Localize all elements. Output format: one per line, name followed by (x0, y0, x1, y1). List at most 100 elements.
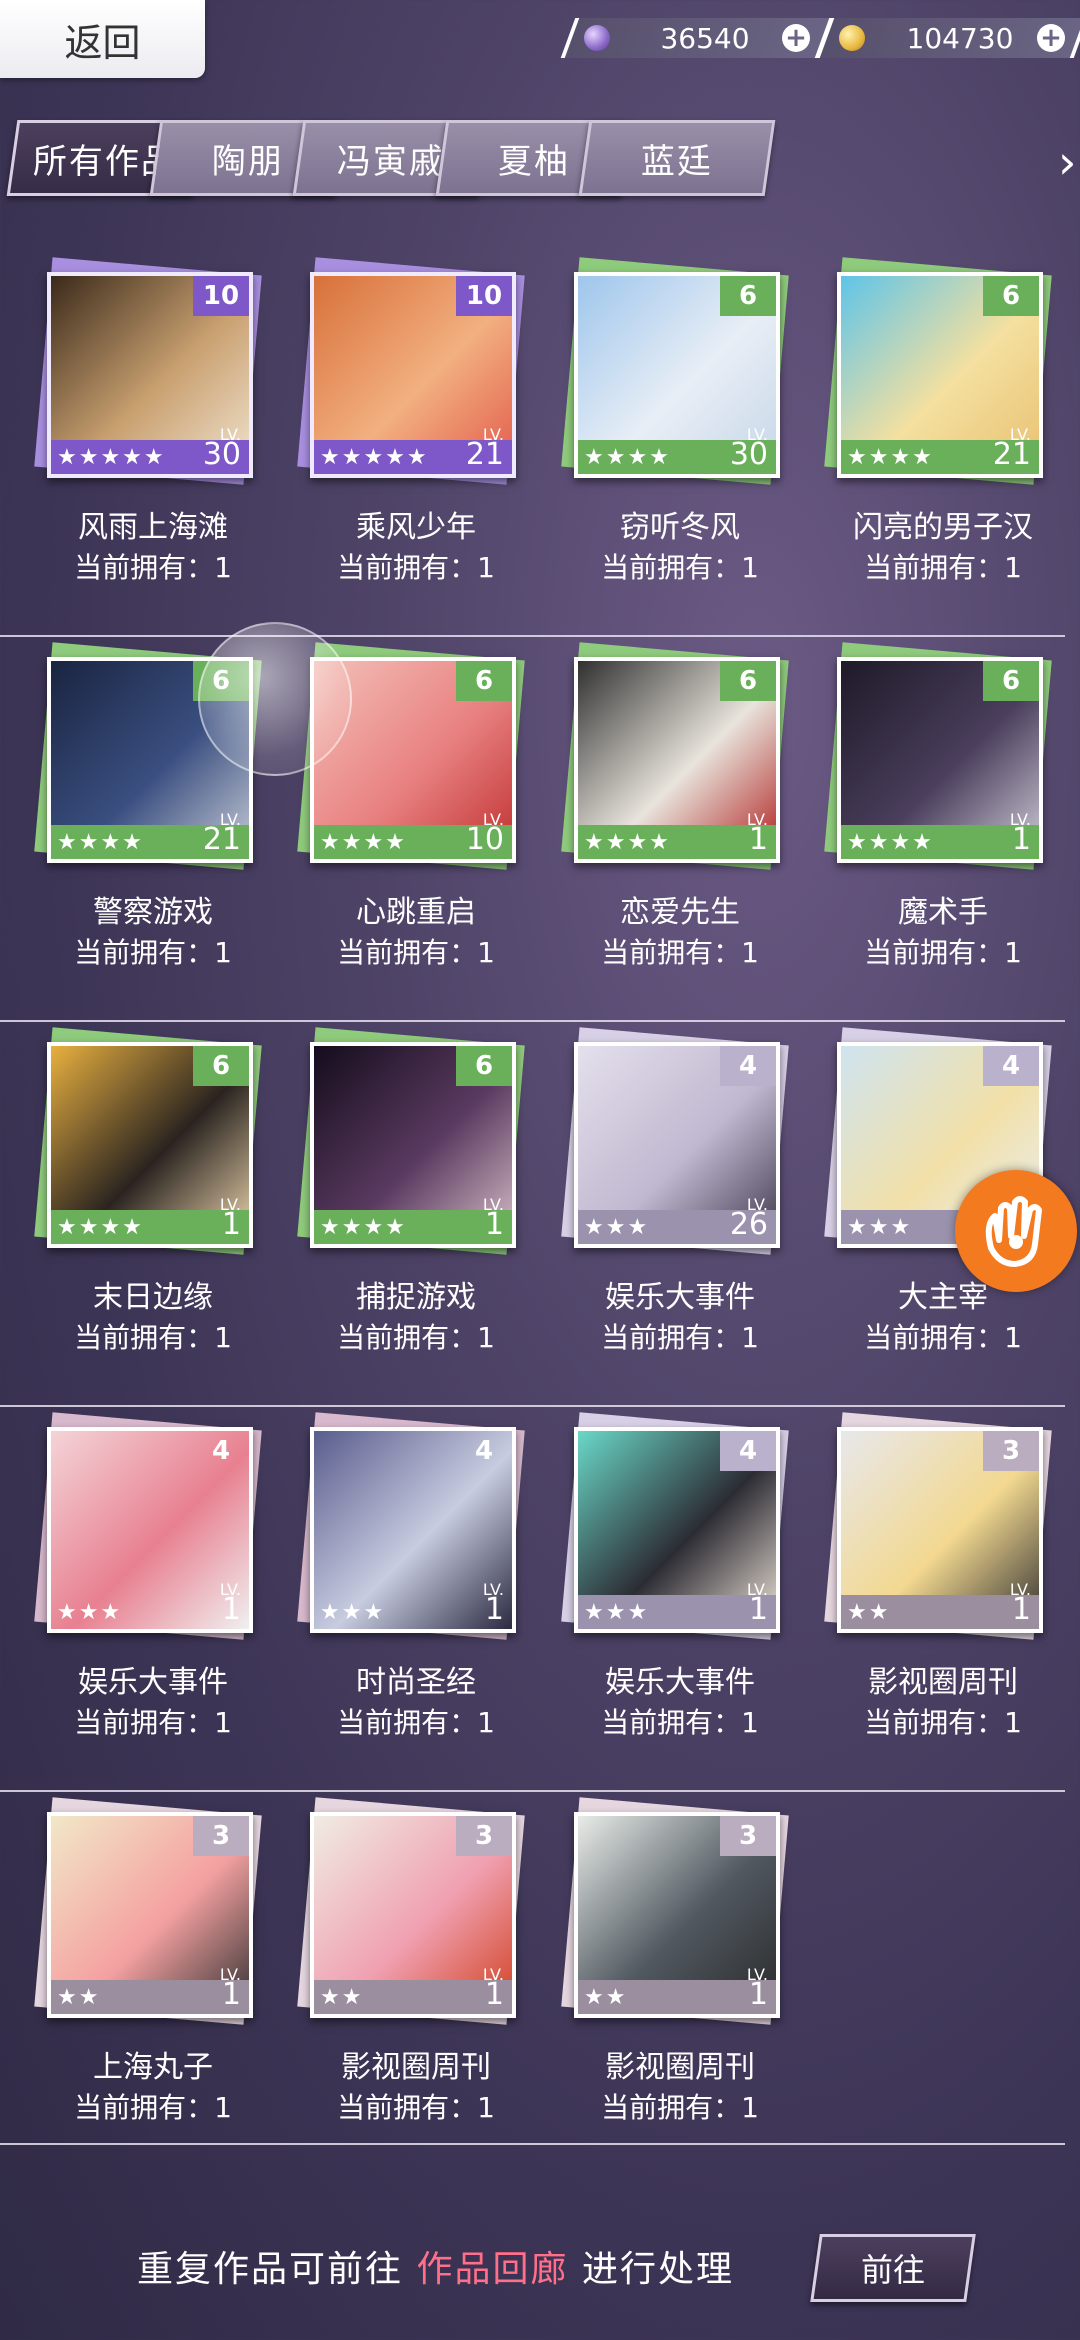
level-value: 21 (992, 437, 1031, 472)
count-badge: 6 (983, 661, 1039, 701)
category-tabs: 所有作品 陶朋 冯寅戚 夏柚 蓝廷 › (6, 120, 1080, 202)
level-value: 1 (484, 1592, 504, 1627)
count-badge: 3 (720, 1816, 776, 1856)
footer-hint: 重复作品可前往 作品回廊 进行处理 (137, 2249, 734, 2290)
work-title: 末日边缘 (93, 1280, 213, 1315)
count-badge: 3 (193, 1816, 249, 1856)
count-badge: 6 (456, 661, 512, 701)
count-badge: 6 (720, 661, 776, 701)
card-frame: 3 ★★ LV. 1 (310, 1812, 516, 2018)
floating-bubble[interactable] (198, 622, 352, 776)
work-title: 闪亮的男子汉 (853, 510, 1033, 545)
work-card[interactable]: 3 ★★ LV. 1 影视圈周刊 当前拥有：1 (561, 1797, 789, 2124)
work-title: 乘风少年 (356, 510, 476, 545)
level-value: 1 (748, 822, 768, 857)
work-card[interactable]: 3 ★★ LV. 1 上海丸子 当前拥有：1 (34, 1797, 262, 2124)
go-button[interactable]: 前往 (810, 2234, 976, 2302)
owned-count: 当前拥有：1 (864, 936, 1022, 969)
star-rating: ★★★★ (57, 830, 144, 855)
back-button[interactable]: 返回 (0, 0, 205, 78)
star-rating: ★★★★★ (320, 445, 429, 470)
count-badge: 6 (456, 1046, 512, 1086)
card-frame: 3 ★★ LV. 1 (574, 1812, 780, 2018)
card-frame: 4 ★★★ LV. 26 (574, 1042, 780, 1248)
work-card[interactable]: 6 ★★★★ LV. 1 捕捉游戏 当前拥有：1 (297, 1027, 525, 1354)
gallery-link[interactable]: 作品回廊 (416, 2249, 568, 2290)
count-badge: 4 (720, 1431, 776, 1471)
work-title: 警察游戏 (93, 895, 213, 930)
work-title: 窃听冬风 (620, 510, 740, 545)
work-card[interactable]: 6 ★★★★ LV. 1 恋爱先生 当前拥有：1 (561, 642, 789, 969)
owned-count: 当前拥有：1 (601, 551, 759, 584)
card-row: 6★★★★LV.21警察游戏当前拥有：16★★★★LV.10心跳重启当前拥有：1… (0, 642, 1080, 1030)
star-rating: ★★★★★ (57, 445, 166, 470)
card-frame: 3 ★★ LV. 1 (837, 1427, 1043, 1633)
card-frame: 6 ★★★★ LV. 1 (47, 1042, 253, 1248)
card-row: 4 ★★★ LV. 1 娱乐大事件 当前拥有：1 4 ★★★ LV. 1 时尚圣经 当前拥有：1 4 ★★… (0, 1412, 1080, 1800)
owned-count: 当前拥有：1 (337, 936, 495, 969)
owned-count: 当前拥有：1 (864, 551, 1022, 584)
card-frame: 6 ★★★★ LV. 1 (837, 657, 1043, 863)
level-value: 30 (202, 437, 241, 472)
count-badge: 4 (474, 1436, 494, 1466)
card-frame: 6 ★★★★ LV. 1 (574, 657, 780, 863)
work-card[interactable]: 6 ★★★★ LV. 21 闪亮的男子汉 当前拥有：1 (824, 257, 1052, 584)
level-value: 21 (465, 437, 504, 472)
work-card[interactable]: 4 ★★★ LV. 1 娱乐大事件 当前拥有：1 (561, 1412, 789, 1739)
owned-count: 当前拥有：1 (74, 936, 232, 969)
card-frame: 10 ★★★★★ LV. 21 (310, 272, 516, 478)
owned-count: 当前拥有：1 (74, 1706, 232, 1739)
work-title: 恋爱先生 (620, 895, 740, 930)
count-badge: 10 (193, 276, 249, 316)
work-card[interactable]: 3 ★★ LV. 1 影视圈周刊 当前拥有：1 (297, 1797, 525, 2124)
work-card[interactable]: 10 ★★★★★ LV. 21 乘风少年 当前拥有：1 (297, 257, 525, 584)
count-badge: 6 (720, 276, 776, 316)
star-rating: ★★★ (584, 1215, 650, 1240)
level-value: 21 (202, 822, 241, 857)
star-rating: ★★ (584, 1985, 628, 2010)
star-rating: ★★★ (320, 1600, 386, 1625)
work-card[interactable]: 4 ★★★ LV. 26 娱乐大事件 当前拥有：1 (561, 1027, 789, 1354)
owned-count: 当前拥有：1 (337, 1706, 495, 1739)
star-rating: ★★★★ (584, 445, 671, 470)
work-card[interactable]: 6 ★★★★ LV. 30 窃听冬风 当前拥有：1 (561, 257, 789, 584)
work-title: 娱乐大事件 (605, 1280, 755, 1315)
plus-icon[interactable]: + (1037, 23, 1065, 53)
star-rating: ★★★ (847, 1215, 913, 1240)
work-card[interactable]: 10 ★★★★★ LV. 30 风雨上海滩 当前拥有：1 (34, 257, 262, 584)
plus-icon[interactable]: + (782, 23, 810, 53)
card-frame: 4 ★★★ LV. 1 (574, 1427, 780, 1633)
card-row: 10 ★★★★★ LV. 30 风雨上海滩 当前拥有：1 10 ★★★★★ LV. 21 乘风少年当… (0, 257, 1080, 645)
work-title: 魔术手 (898, 895, 988, 930)
work-title: 影视圈周刊 (341, 2050, 491, 2085)
owned-count: 当前拥有：1 (864, 1706, 1022, 1739)
assist-hand-icon[interactable] (955, 1170, 1077, 1292)
star-rating: ★★ (57, 1985, 101, 2010)
work-card[interactable]: 4 ★★★ LV. 1 娱乐大事件 当前拥有：1 (34, 1412, 262, 1739)
owned-count: 当前拥有：1 (601, 936, 759, 969)
purple-gem-icon (584, 25, 610, 51)
owned-count: 当前拥有：1 (74, 1321, 232, 1354)
coin-currency: 104730 + (815, 18, 1080, 58)
work-card[interactable]: 6 ★★★★ LV. 1 魔术手当前拥有：1 (824, 642, 1052, 969)
chevron-right-icon[interactable]: › (1058, 138, 1080, 186)
footer-divider (0, 2143, 1065, 2145)
card-frame: 6 ★★★★ LV. 30 (574, 272, 780, 478)
row-divider (0, 1020, 1065, 1022)
level-value: 1 (221, 1592, 241, 1627)
work-card[interactable]: 3 ★★ LV. 1 影视圈周刊 当前拥有：1 (824, 1412, 1052, 1739)
level-value: 1 (221, 1977, 241, 2012)
star-rating: ★★★ (584, 1600, 650, 1625)
work-card[interactable]: 6 ★★★★ LV. 1 末日边缘当前拥有：1 (34, 1027, 262, 1354)
owned-count: 当前拥有：1 (74, 2091, 232, 2124)
owned-count: 当前拥有：1 (864, 1321, 1022, 1354)
star-rating: ★★★★ (584, 830, 671, 855)
work-title: 捕捉游戏 (356, 1280, 476, 1315)
works-grid: 10 ★★★★★ LV. 30 风雨上海滩 当前拥有：1 10 ★★★★★ LV. 21 乘风少年当… (0, 257, 1080, 2185)
work-title: 娱乐大事件 (605, 1665, 755, 1700)
level-value: 1 (484, 1977, 504, 2012)
card-frame: 6 ★★★★ LV. 1 (310, 1042, 516, 1248)
work-card[interactable]: 4 ★★★ LV. 1 时尚圣经 当前拥有：1 (297, 1412, 525, 1739)
work-title: 娱乐大事件 (78, 1665, 228, 1700)
tab-lan-ting[interactable]: 蓝廷 (578, 120, 776, 196)
